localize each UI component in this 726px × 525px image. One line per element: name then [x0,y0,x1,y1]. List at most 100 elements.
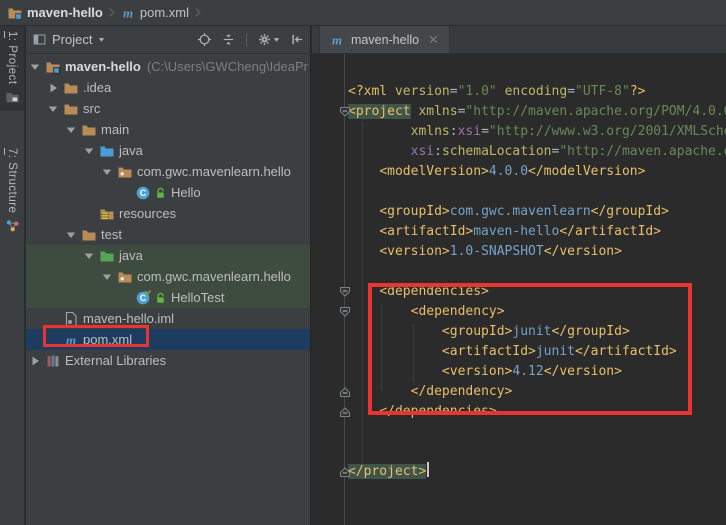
tree-expand-arrow[interactable] [80,248,98,264]
locate-button[interactable] [196,31,213,48]
project-root-icon [44,59,62,75]
editor-tab-strip: m maven-hello [312,26,726,54]
fold-marker-up[interactable] [339,386,351,398]
fold-marker-down[interactable] [339,306,351,318]
project-tool-icon [5,90,20,105]
structure-icon [5,218,20,233]
tree-item-label: com.gwc.mavenlearn.hello [137,164,291,179]
project-panel: Project maven-hello (C:\Users\GWCheng\Ide… [26,26,311,525]
lock-icon [153,291,168,304]
folder-icon [62,80,80,96]
tree-expand-arrow[interactable] [80,143,98,159]
stripe-tab-label: 7: Structure [6,147,18,214]
tree-item-java[interactable]: java [26,140,310,161]
tree-item-label: maven-hello.iml [83,311,175,326]
tree-expand-arrow[interactable] [62,227,80,243]
tree-item-label: test [101,227,122,242]
tree-expand-arrow[interactable] [26,353,44,369]
chevron-down-icon [272,35,281,44]
svg-text:m: m [66,332,76,347]
lock-icon [153,186,168,199]
project-view-selector[interactable]: Project [32,32,106,47]
tree-item-com-gwc-mavenlearn-hello[interactable]: com.gwc.mavenlearn.hello [26,266,310,287]
tree-item-maven-hello-iml[interactable]: maven-hello.iml [26,308,310,329]
tree-item-label: src [83,101,101,116]
code-line: xsi:schemaLocation="http://maven.apache.… [410,144,726,159]
breadcrumb-label: maven-hello [27,5,103,20]
folder-icon [62,101,80,117]
editor-area[interactable]: <?xml version="1.0" encoding="UTF-8"?> <p… [312,54,726,525]
stripe-tab-project[interactable]: 1: Project [0,26,24,111]
tree-item-label: java [119,143,143,158]
breadcrumb-separator-icon [105,6,118,19]
tree-item-resources[interactable]: resources [26,203,310,224]
code-line: </project> [348,462,726,482]
editor-tab-maven-hello[interactable]: m maven-hello [319,26,451,53]
tree-item-label: External Libraries [65,353,167,368]
tree-item-label: .idea [83,80,112,95]
test-folder-icon [98,248,116,264]
tree-expand-arrow[interactable] [44,80,62,96]
hide-button[interactable] [289,31,306,48]
tree-expand-arrow[interactable] [98,164,116,180]
tree-item-label: HelloTest [171,290,225,305]
tree-item-label: java [119,248,143,263]
editor: m maven-hello <?xml version="1.0" encodi… [312,26,726,525]
code-line: <project xmlns="http://maven.apache.org/… [348,104,726,119]
fold-marker-down[interactable] [339,286,351,298]
package-icon [116,269,134,285]
tree-item-external-libraries[interactable]: External Libraries [26,350,310,371]
tree-item-test[interactable]: test [26,224,310,245]
code-line: <groupId>junit</groupId> [441,324,630,339]
tree-item-path: (C:\Users\GWCheng\IdeaPr [146,59,308,74]
tree-item-label: maven-hello [65,59,141,74]
tree-item-maven-hello[interactable]: maven-hello (C:\Users\GWCheng\IdeaPr [26,56,310,77]
code-line: xmlns:xsi="http://www.w3.org/2001/XMLSch… [410,124,726,139]
tree-item--idea[interactable]: .idea [26,77,310,98]
code-line: </dependency> [410,384,513,399]
stripe-tab-label: 1: Project [6,31,18,85]
text-caret [427,462,430,477]
tree-expand-arrow[interactable] [62,122,80,138]
breadcrumb-item-maven-hello[interactable]: maven-hello [7,5,103,21]
tree-item-pom-xml[interactable]: m pom.xml [26,329,310,350]
stripe-gap [0,111,24,143]
stripe-tab-structure[interactable]: 7: Structure [0,143,24,239]
iml-file-icon [62,311,80,327]
code-line: <groupId>com.gwc.mavenlearn</groupId> [379,204,669,219]
code-line: <dependencies> [379,284,489,299]
panel-title: Project [52,32,93,47]
collapse-all-button[interactable] [220,31,237,48]
tree-expand-arrow[interactable] [26,59,44,75]
panel-icon [32,32,47,47]
class-icon: C [134,185,152,201]
close-icon[interactable] [427,33,440,46]
test-class-icon: C [134,289,152,306]
svg-text:m: m [123,5,133,20]
tree-item-com-gwc-mavenlearn-hello[interactable]: com.gwc.mavenlearn.hello [26,161,310,182]
tree-expand-arrow[interactable] [44,101,62,117]
svg-text:C: C [140,188,147,198]
folder-icon [80,122,98,138]
resources-icon [98,206,116,222]
tree-item-hellotest[interactable]: C HelloTest [26,287,310,308]
tree-expand-arrow[interactable] [98,269,116,285]
fold-marker-down[interactable] [339,106,351,118]
project-toolbar: Project [26,26,310,54]
toolbar-divider [246,32,247,47]
settings-button[interactable] [256,31,282,48]
tree-item-src[interactable]: src [26,98,310,119]
code-line: <?xml version="1.0" encoding="UTF-8"?> [348,84,646,99]
tree-item-hello[interactable]: C Hello [26,182,310,203]
tree-item-java[interactable]: java [26,245,310,266]
fold-marker-up[interactable] [339,466,351,478]
tree-item-main[interactable]: main [26,119,310,140]
code-line: <dependency> [410,304,505,319]
code-line: <artifactId>maven-hello</artifactId> [379,224,662,239]
svg-text:m: m [332,32,342,47]
fold-marker-up[interactable] [339,406,351,418]
breadcrumb-item-pom-xml[interactable]: m pom.xml [120,5,189,21]
